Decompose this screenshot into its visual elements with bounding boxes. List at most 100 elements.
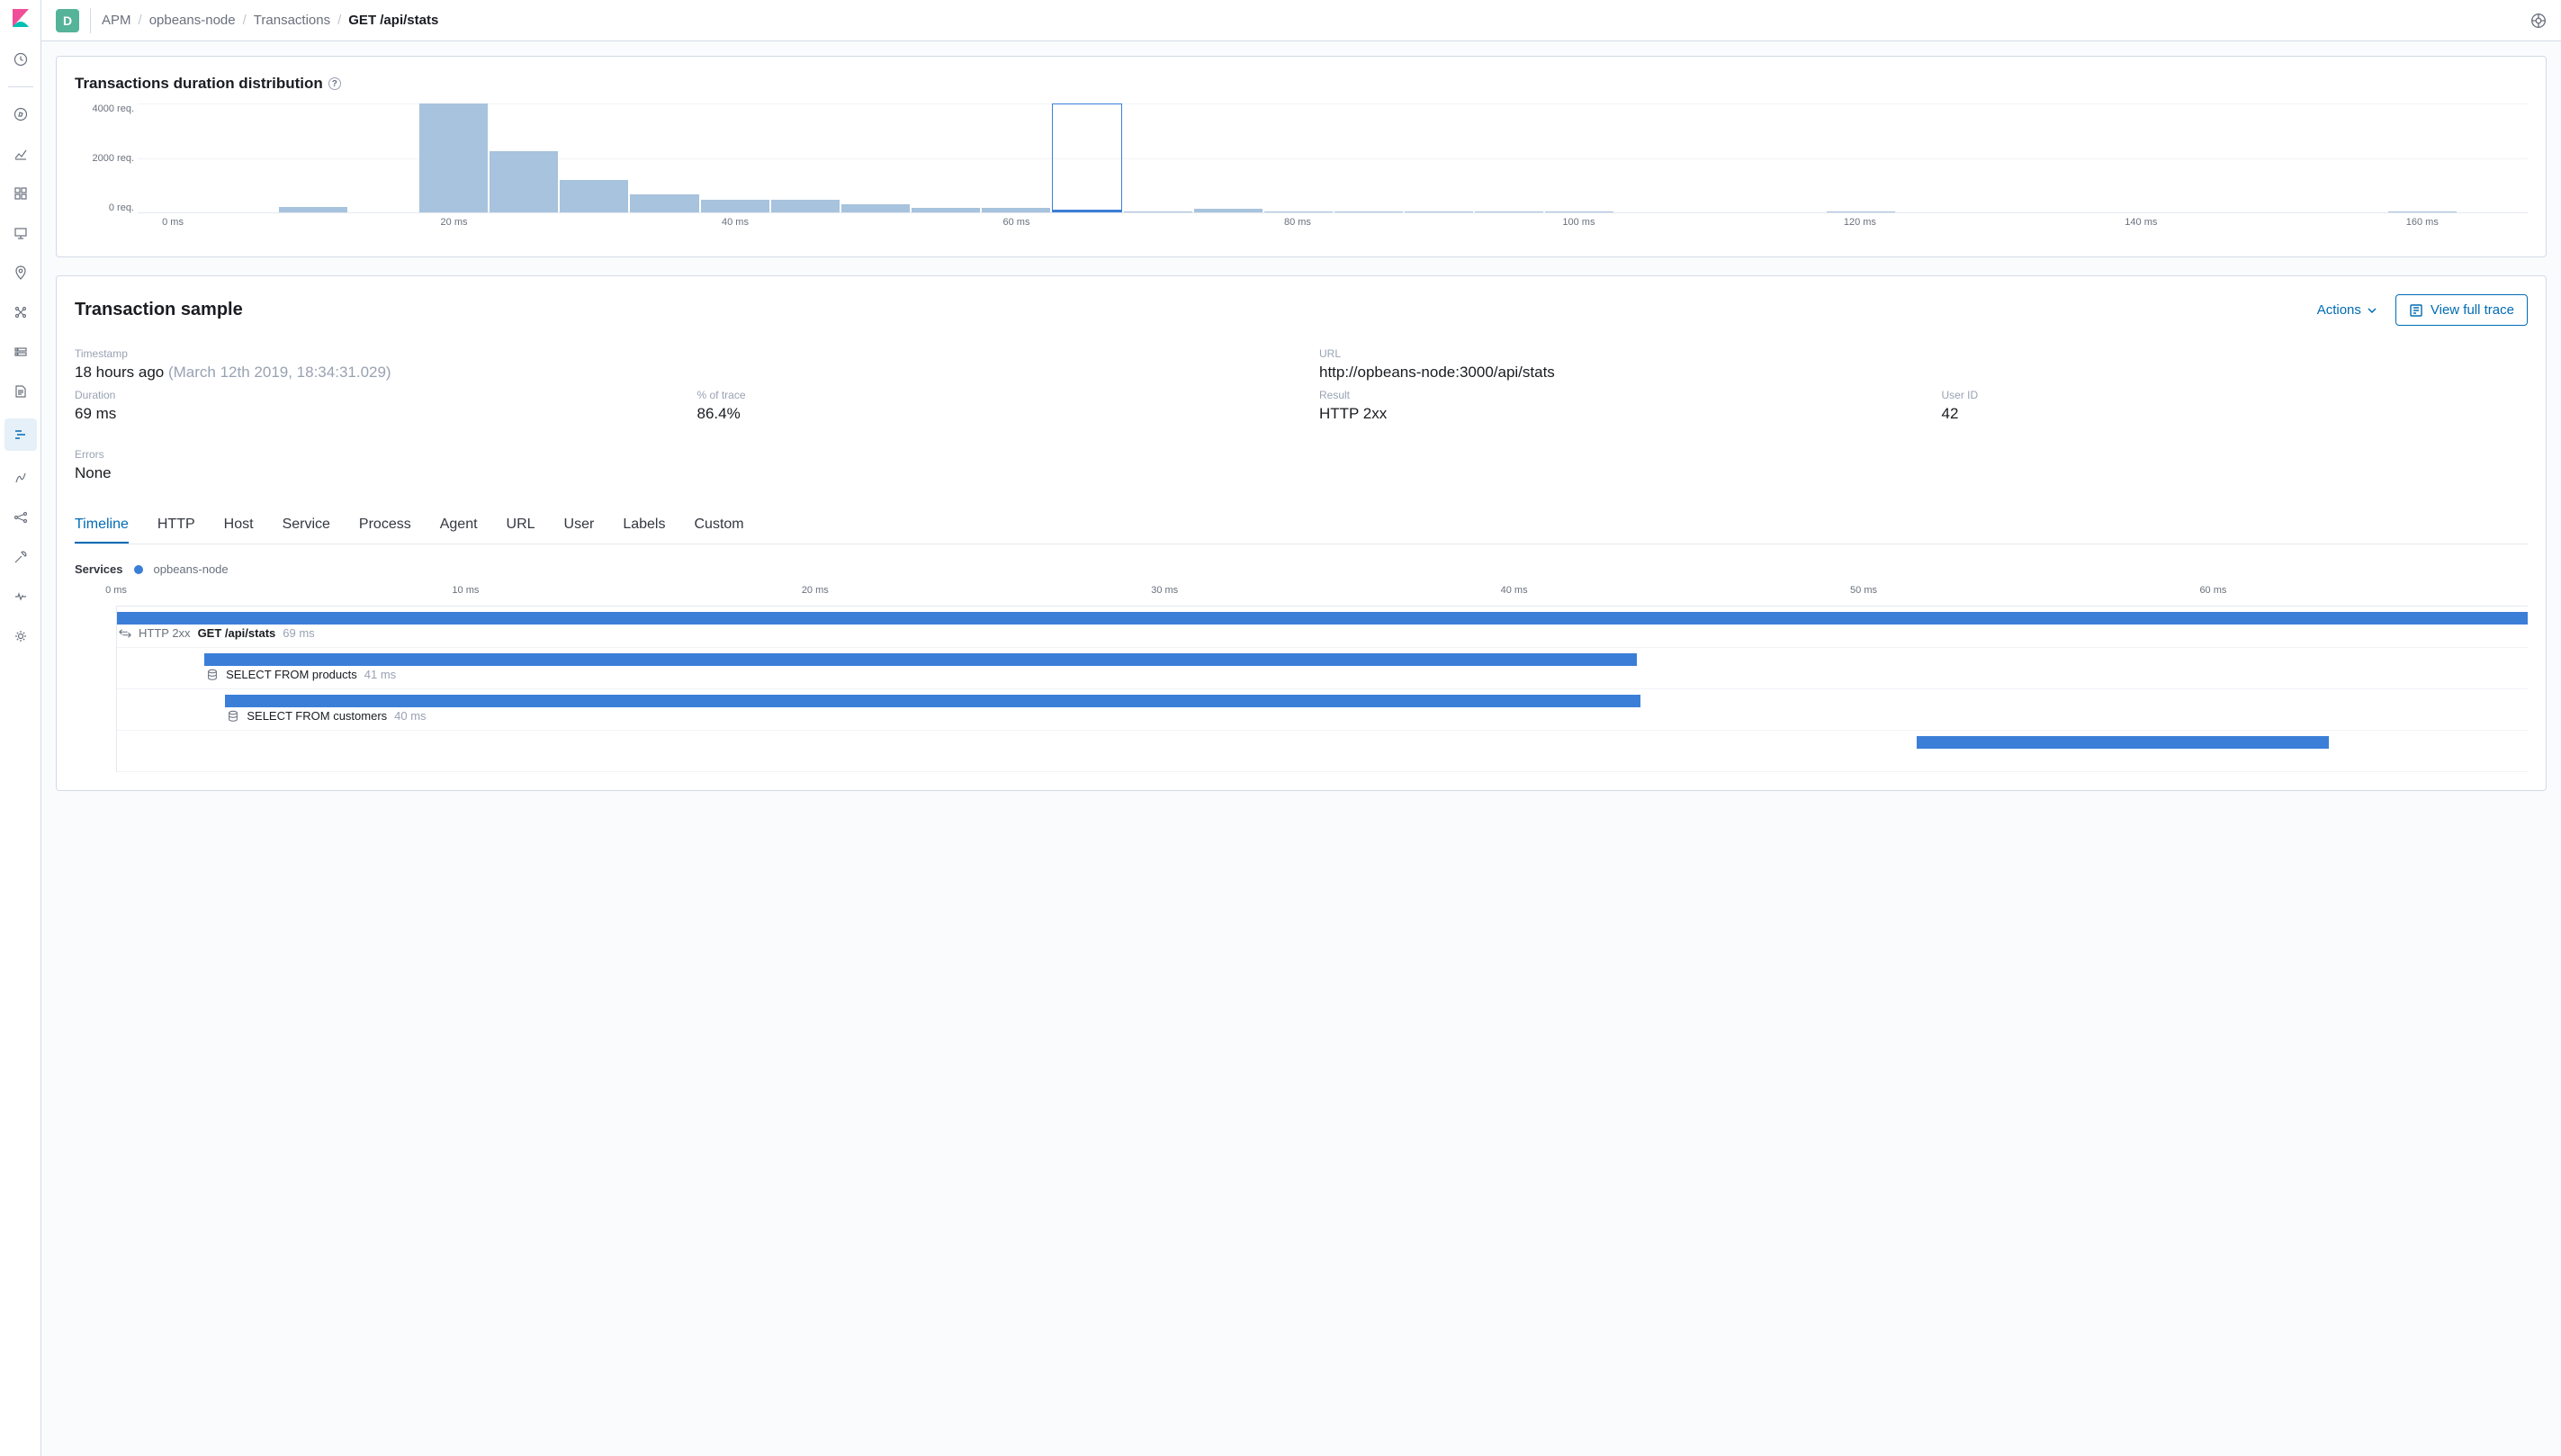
devtools-icon[interactable] [12, 548, 30, 566]
actions-dropdown[interactable]: Actions [2317, 302, 2377, 318]
monitoring-icon[interactable] [12, 588, 30, 606]
tab-timeline[interactable]: Timeline [75, 508, 129, 544]
chart-xaxis-tick: 20 ms [441, 217, 468, 228]
chart-xaxis-tick: 0 ms [162, 217, 184, 228]
rail-divider [8, 86, 33, 87]
chart-bar[interactable] [490, 151, 558, 212]
tab-service[interactable]: Service [283, 508, 330, 544]
breadcrumb-current: GET /api/stats [348, 13, 438, 28]
tab-url[interactable]: URL [507, 508, 535, 544]
tab-host[interactable]: Host [224, 508, 254, 544]
timeline-tick: 40 ms [1501, 585, 1528, 596]
tab-http[interactable]: HTTP [157, 508, 195, 544]
chart-bar[interactable] [1124, 211, 1192, 212]
discover-icon[interactable] [12, 105, 30, 123]
timeline-tick: 20 ms [802, 585, 829, 596]
chart-bar[interactable] [1194, 209, 1263, 212]
chart-plot [138, 103, 2528, 213]
breadcrumb-service[interactable]: opbeans-node [149, 13, 236, 28]
chart-bar[interactable] [560, 180, 628, 212]
logs-icon[interactable] [12, 382, 30, 400]
chart-xaxis-tick: 160 ms [2406, 217, 2439, 228]
ml-icon[interactable] [12, 303, 30, 321]
database-icon [227, 710, 239, 723]
breadcrumb-app[interactable]: APM [102, 13, 131, 28]
infrastructure-icon[interactable] [12, 343, 30, 361]
chart-bar[interactable] [841, 204, 910, 212]
distribution-title: Transactions duration distribution ? [75, 75, 2528, 93]
timeline-tick: 0 ms [105, 585, 127, 596]
tab-user[interactable]: User [564, 508, 595, 544]
chart-xaxis: 0 ms20 ms40 ms60 ms80 ms100 ms120 ms140 … [138, 217, 2528, 238]
span-name: SELECT FROM customers [247, 709, 387, 723]
field-pct-trace: % of trace 86.4% [697, 389, 1284, 423]
left-rail [0, 0, 41, 1456]
dashboard-icon[interactable] [12, 184, 30, 202]
uptime-icon[interactable] [12, 469, 30, 487]
service-dot-icon [134, 565, 143, 574]
waterfall-bar [1917, 736, 2329, 749]
recent-icon[interactable] [12, 50, 30, 68]
distribution-panel: Transactions duration distribution ? 400… [56, 56, 2547, 257]
management-icon[interactable] [12, 627, 30, 645]
waterfall-row[interactable] [117, 731, 2528, 772]
distribution-chart[interactable]: 4000 req. 2000 req. 0 req. 0 ms20 ms40 m… [75, 103, 2528, 238]
chart-bar[interactable] [279, 207, 347, 212]
sample-title: Transaction sample [75, 300, 243, 320]
tab-process[interactable]: Process [359, 508, 411, 544]
space-selector[interactable]: D [56, 9, 79, 32]
waterfall-row[interactable]: HTTP 2xxGET /api/stats69 ms [117, 607, 2528, 648]
chart-bar[interactable] [630, 194, 698, 212]
tab-agent[interactable]: Agent [440, 508, 478, 544]
maps-icon[interactable] [12, 264, 30, 282]
services-legend: Services opbeans-node [75, 562, 2528, 576]
span-name: GET /api/stats [198, 626, 276, 640]
chart-bar[interactable] [1052, 103, 1122, 212]
chart-bar[interactable] [1475, 211, 1543, 212]
canvas-icon[interactable] [12, 224, 30, 242]
chart-bar[interactable] [1827, 211, 1895, 212]
chart-xaxis-tick: 100 ms [1562, 217, 1595, 228]
field-timestamp: Timestamp 18 hours ago (March 12th 2019,… [75, 347, 1283, 382]
help-menu-icon[interactable] [2530, 13, 2547, 29]
chart-bar[interactable] [912, 208, 980, 212]
timeline-tick: 50 ms [1850, 585, 1877, 596]
chart-xaxis-tick: 120 ms [1844, 217, 1876, 228]
kibana-logo-icon[interactable] [10, 7, 31, 29]
waterfall-row[interactable]: SELECT FROM customers 40 ms [117, 689, 2528, 731]
span-duration: 40 ms [394, 709, 426, 723]
waterfall-bar [204, 653, 1637, 666]
waterfall-row[interactable]: SELECT FROM products41 ms [117, 648, 2528, 689]
span-name: SELECT FROM products [226, 668, 357, 681]
visualize-icon[interactable] [12, 145, 30, 163]
content: Transactions duration distribution ? 400… [41, 41, 2561, 1456]
tab-labels[interactable]: Labels [623, 508, 665, 544]
waterfall: HTTP 2xxGET /api/stats69 msSELECT FROM p… [116, 607, 2528, 772]
chart-bar[interactable] [2388, 211, 2457, 212]
chart-bar[interactable] [1405, 211, 1473, 212]
graph-icon[interactable] [12, 508, 30, 526]
waterfall-bar [225, 695, 1640, 707]
apm-icon[interactable] [4, 418, 37, 451]
chart-bar[interactable] [1334, 211, 1403, 212]
chart-bar[interactable] [419, 103, 488, 212]
field-result: Result HTTP 2xx [1319, 389, 1906, 423]
tabs: Timeline HTTP Host Service Process Agent URL Us… [75, 508, 2528, 544]
chart-bar[interactable] [701, 200, 769, 212]
tab-custom[interactable]: Custom [694, 508, 743, 544]
chart-bar[interactable] [1264, 211, 1333, 212]
timeline-tick: 10 ms [452, 585, 479, 596]
help-icon[interactable]: ? [328, 77, 341, 90]
span-result: HTTP 2xx [139, 626, 191, 640]
topbar: D APM / opbeans-node / Transactions / GE… [41, 0, 2561, 41]
chart-bar[interactable] [1545, 211, 1613, 212]
space-letter: D [63, 13, 72, 28]
chart-bar[interactable] [982, 208, 1050, 212]
chart-bar[interactable] [771, 200, 840, 212]
timeline-tick: 30 ms [1151, 585, 1178, 596]
field-user-id: User ID 42 [1942, 389, 2529, 423]
topbar-divider [90, 8, 91, 33]
breadcrumb-section[interactable]: Transactions [254, 13, 330, 28]
view-full-trace-button[interactable]: View full trace [2395, 294, 2528, 326]
field-errors: Errors None [75, 448, 2528, 482]
